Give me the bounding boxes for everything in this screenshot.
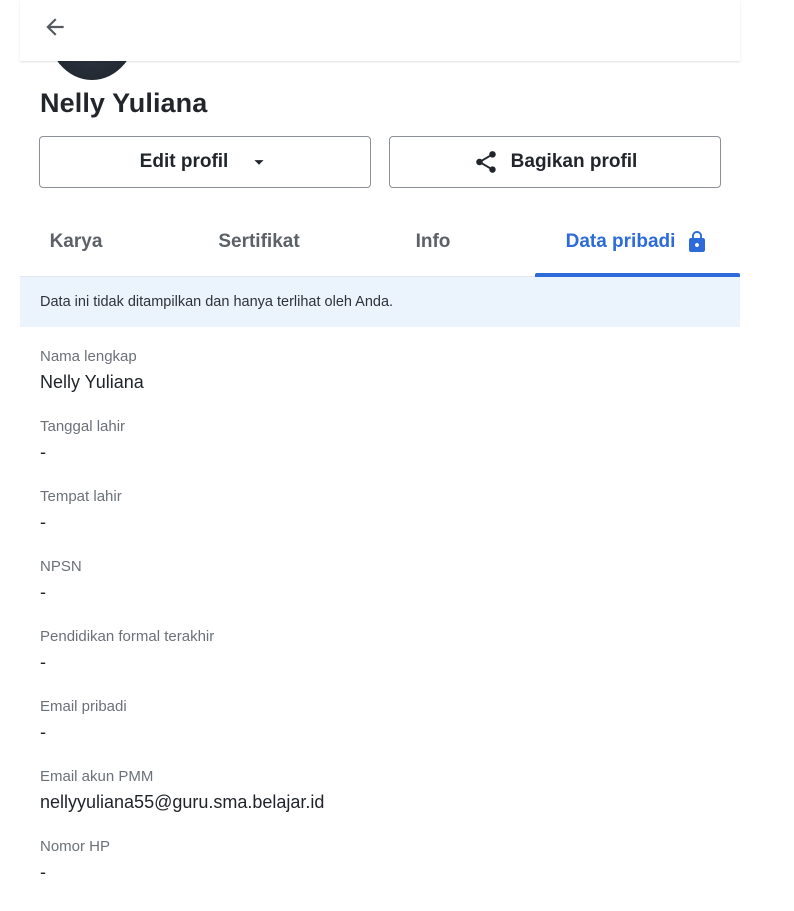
field-email-pmm: Email akun PMM nellyyuliana55@guru.sma.b… bbox=[40, 768, 324, 813]
field-label: Nomor HP bbox=[40, 838, 111, 855]
field-label: Tempat lahir bbox=[40, 488, 122, 505]
tab-data-pribadi[interactable]: Data pribadi bbox=[535, 207, 740, 277]
privacy-notice: Data ini tidak ditampilkan dan hanya ter… bbox=[20, 277, 740, 327]
field-value: - bbox=[40, 862, 46, 882]
profile-page: Nelly Yuliana Edit profil Bagikan profil… bbox=[0, 0, 794, 911]
field-value: - bbox=[40, 652, 46, 672]
lock-icon bbox=[689, 231, 706, 252]
field-label: Tanggal lahir bbox=[40, 418, 126, 435]
tab-label: Sertifikat bbox=[218, 231, 300, 252]
arrow-left-icon bbox=[46, 18, 64, 36]
field-npsn: NPSN - bbox=[40, 558, 82, 603]
field-value: - bbox=[40, 582, 46, 602]
tab-info[interactable]: Info bbox=[390, 207, 476, 277]
field-label: Email pribadi bbox=[40, 698, 127, 715]
field-value: - bbox=[40, 722, 46, 742]
field-label: Nama lengkap bbox=[40, 348, 137, 365]
tab-label: Info bbox=[415, 231, 451, 252]
edit-profile-label: Edit profil bbox=[139, 151, 229, 172]
share-icon bbox=[475, 151, 496, 173]
field-email-pribadi: Email pribadi - bbox=[40, 698, 127, 743]
field-pendidikan: Pendidikan formal terakhir - bbox=[40, 628, 214, 673]
field-nama-lengkap: Nama lengkap Nelly Yuliana bbox=[40, 348, 144, 393]
tab-karya[interactable]: Karya bbox=[20, 207, 132, 277]
field-tanggal-lahir: Tanggal lahir - bbox=[40, 418, 125, 463]
tab-label: Data pribadi bbox=[565, 231, 676, 252]
field-label: Email akun PMM bbox=[40, 768, 154, 785]
profile-name: Nelly Yuliana bbox=[40, 88, 208, 118]
field-tempat-lahir: Tempat lahir - bbox=[40, 488, 122, 533]
edit-profile-button[interactable]: Edit profil bbox=[39, 136, 371, 188]
share-profile-label: Bagikan profil bbox=[510, 151, 638, 172]
profile-tabs: Karya Sertifikat Info Data pribadi bbox=[20, 207, 740, 277]
field-value: Nelly Yuliana bbox=[40, 372, 144, 392]
field-value: - bbox=[40, 512, 46, 532]
field-label: NPSN bbox=[40, 558, 82, 575]
tab-sertifikat[interactable]: Sertifikat bbox=[188, 207, 330, 277]
share-profile-button[interactable]: Bagikan profil bbox=[389, 136, 721, 188]
field-value: nellyyuliana55@guru.sma.belajar.id bbox=[40, 792, 325, 812]
field-label: Pendidikan formal terakhir bbox=[40, 628, 215, 645]
field-nomor-hp: Nomor HP - bbox=[40, 838, 110, 883]
field-value: - bbox=[40, 442, 46, 462]
top-app-bar bbox=[20, 0, 740, 61]
caret-down-icon bbox=[254, 160, 264, 165]
tab-label: Karya bbox=[49, 231, 103, 252]
back-button[interactable] bbox=[40, 12, 70, 42]
